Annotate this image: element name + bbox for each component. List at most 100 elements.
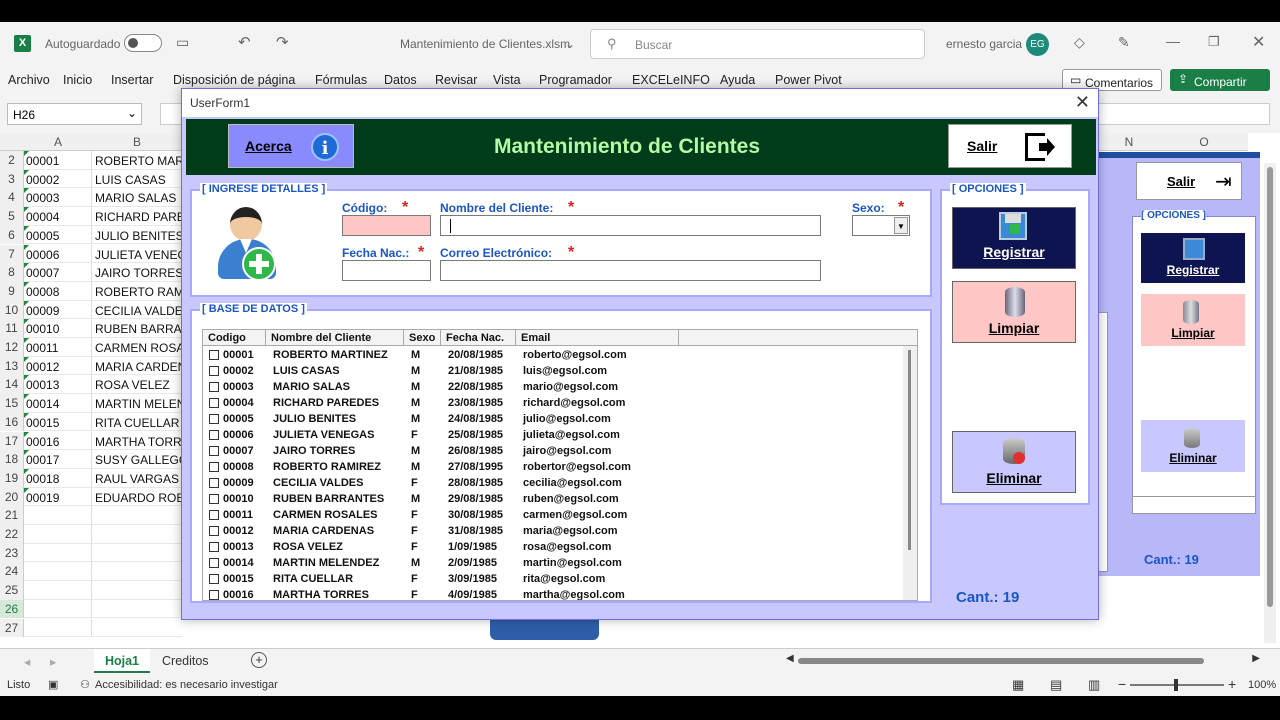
row-header[interactable]: 21 — [0, 506, 24, 525]
minimize-icon[interactable]: — — [1166, 33, 1180, 49]
menu-vista[interactable]: Vista — [493, 73, 521, 87]
menu-programador[interactable]: Programador — [539, 73, 612, 87]
list-item[interactable]: 00011 CARMEN ROSALES F 30/08/1985 carmen@egs… — [203, 507, 903, 523]
row-checkbox[interactable] — [209, 446, 219, 456]
cell-nombre[interactable]: LUIS CASAS — [92, 170, 182, 189]
pen-icon[interactable]: ✎ — [1118, 34, 1130, 51]
search-box[interactable]: ⚲ Buscar — [590, 29, 925, 59]
cell-nombre[interactable]: CARMEN ROSALES — [92, 338, 182, 357]
column-header-n[interactable]: N — [1098, 133, 1160, 151]
cell-codigo[interactable]: 00016 — [24, 431, 92, 451]
menu-datos[interactable]: Datos — [384, 73, 417, 87]
cell-nombre[interactable] — [92, 562, 182, 582]
cell-codigo[interactable]: 00003 — [24, 188, 92, 208]
row-checkbox[interactable] — [209, 382, 219, 392]
autosave-toggle[interactable] — [124, 34, 162, 52]
list-item[interactable]: 00015 RITA CUELLAR F 3/09/1985 rita@egsol.co… — [203, 571, 903, 587]
salir-button[interactable]: Salir — [948, 124, 1072, 168]
macro-record-icon[interactable]: ▣ — [48, 678, 58, 691]
menu-revisar[interactable]: Revisar — [435, 73, 477, 87]
codigo-field[interactable] — [342, 215, 431, 236]
cell-codigo[interactable]: 00018 — [24, 468, 92, 488]
cell-nombre[interactable] — [92, 600, 182, 619]
row-checkbox[interactable] — [209, 350, 219, 360]
cell-codigo[interactable] — [24, 525, 92, 544]
share-button[interactable]: ⇪ Compartir — [1170, 69, 1270, 91]
cell-nombre[interactable]: JULIETA VENEGAS — [92, 245, 182, 264]
cell-codigo[interactable] — [24, 543, 92, 563]
cell-codigo[interactable]: 00006 — [24, 244, 92, 264]
page-layout-icon[interactable]: ▤ — [1050, 677, 1062, 693]
page-break-icon[interactable]: ▥ — [1088, 677, 1100, 693]
list-item[interactable]: 00001 ROBERTO MARTINEZ M 20/08/1985 roberto@… — [203, 347, 903, 363]
header-nombre[interactable]: Nombre del Cliente — [266, 330, 404, 346]
list-item[interactable]: 00013 ROSA VELEZ F 1/09/1985 rosa@egsol.com — [203, 539, 903, 555]
row-header[interactable]: 26 — [0, 599, 24, 619]
fecha-field[interactable] — [342, 260, 431, 281]
list-item[interactable]: 00008 ROBERTO RAMIREZ M 27/08/1995 robertor@… — [203, 459, 903, 475]
row-checkbox[interactable] — [209, 462, 219, 472]
close-icon[interactable]: ✕ — [1252, 32, 1265, 52]
cell-codigo[interactable] — [24, 599, 92, 619]
chevron-down-icon[interactable]: ⌄ — [565, 37, 575, 51]
row-header[interactable]: 10 — [0, 300, 24, 320]
row-header[interactable]: 14 — [0, 375, 24, 395]
restore-icon[interactable]: ❐ — [1208, 34, 1220, 50]
row-checkbox[interactable] — [209, 574, 219, 584]
row-header[interactable]: 13 — [0, 356, 24, 376]
list-item[interactable]: 00004 RICHARD PAREDES M 23/08/1985 richard@e… — [203, 395, 903, 411]
cell-codigo[interactable]: 00005 — [24, 225, 92, 245]
accessibility-status[interactable]: Accesibilidad: es necesario investigar — [95, 679, 278, 691]
list-item[interactable]: 00005 JULIO BENITES M 24/08/1985 julio@egsol… — [203, 411, 903, 427]
row-header[interactable]: 9 — [0, 281, 24, 301]
row-checkbox[interactable] — [209, 542, 219, 552]
menu-power-pivot[interactable]: Power Pivot — [775, 73, 842, 87]
cell-nombre[interactable] — [92, 581, 182, 600]
list-item[interactable]: 00016 MARTHA TORRES F 4/09/1985 martha@egsol… — [203, 587, 903, 600]
cell-codigo[interactable]: 00007 — [24, 263, 92, 282]
cell-codigo[interactable] — [24, 506, 92, 525]
cell-nombre[interactable]: ROSA VELEZ — [92, 375, 182, 395]
cell-nombre[interactable]: JULIO BENITES — [92, 226, 182, 245]
chevron-down-icon[interactable]: ▼ — [894, 217, 908, 234]
tab-creditos[interactable]: Creditos — [162, 654, 209, 668]
close-icon[interactable]: ✕ — [1075, 92, 1090, 113]
row-header[interactable]: 7 — [0, 244, 24, 264]
add-sheet-icon[interactable]: + — [251, 652, 267, 668]
cell-nombre[interactable]: RAUL VARGAS — [92, 469, 182, 488]
filename[interactable]: Mantenimiento de Clientes.xlsm — [400, 37, 570, 51]
vertical-scrollbar[interactable] — [1264, 163, 1276, 643]
eliminar-button[interactable]: Eliminar — [952, 431, 1076, 493]
horizontal-scrollbar[interactable]: ◀ ▶ — [786, 653, 1260, 667]
listview-scrollbar[interactable] — [903, 346, 917, 600]
row-checkbox[interactable] — [209, 526, 219, 536]
redo-icon[interactable]: ↷ — [276, 33, 289, 51]
list-item[interactable]: 00006 JULIETA VENEGAS F 25/08/1985 julieta@e… — [203, 427, 903, 443]
cell-nombre[interactable]: EDUARDO ROBLES — [92, 488, 182, 507]
menu-insertar[interactable]: Insertar — [111, 73, 153, 87]
registrar-button[interactable]: Registrar — [952, 207, 1076, 269]
cell-nombre[interactable]: MARIA CARDENAS — [92, 357, 182, 376]
undo-icon[interactable]: ↶ — [238, 33, 251, 51]
row-header[interactable]: 11 — [0, 319, 24, 338]
row-header[interactable]: 3 — [0, 169, 24, 189]
diamond-icon[interactable]: ◇ — [1074, 34, 1085, 51]
limpiar-button[interactable]: Limpiar — [952, 281, 1076, 343]
row-header[interactable]: 19 — [0, 468, 24, 488]
cell-codigo[interactable]: 00019 — [24, 487, 92, 507]
row-header[interactable]: 22 — [0, 525, 24, 544]
row-checkbox[interactable] — [209, 494, 219, 504]
list-item[interactable]: 00002 LUIS CASAS M 21/08/1985 luis@egsol.com — [203, 363, 903, 379]
avatar[interactable]: EG — [1026, 33, 1049, 56]
row-header[interactable]: 18 — [0, 450, 24, 469]
row-header[interactable]: 23 — [0, 543, 24, 563]
cell-nombre[interactable] — [92, 506, 182, 525]
list-item[interactable]: 00014 MARTIN MELENDEZ M 2/09/1985 martin@egs… — [203, 555, 903, 571]
row-header[interactable]: 16 — [0, 412, 24, 432]
column-header-b[interactable]: B — [92, 133, 182, 151]
accessibility-icon[interactable]: ⚇ — [80, 678, 90, 691]
list-item[interactable]: 00012 MARIA CARDENAS F 31/08/1985 maria@egso… — [203, 523, 903, 539]
cell-nombre[interactable]: JAIRO TORRES — [92, 263, 182, 282]
cell-nombre[interactable]: ROBERTO RAMIREZ — [92, 282, 182, 301]
cell-nombre[interactable]: RUBEN BARRANTES — [92, 319, 182, 338]
